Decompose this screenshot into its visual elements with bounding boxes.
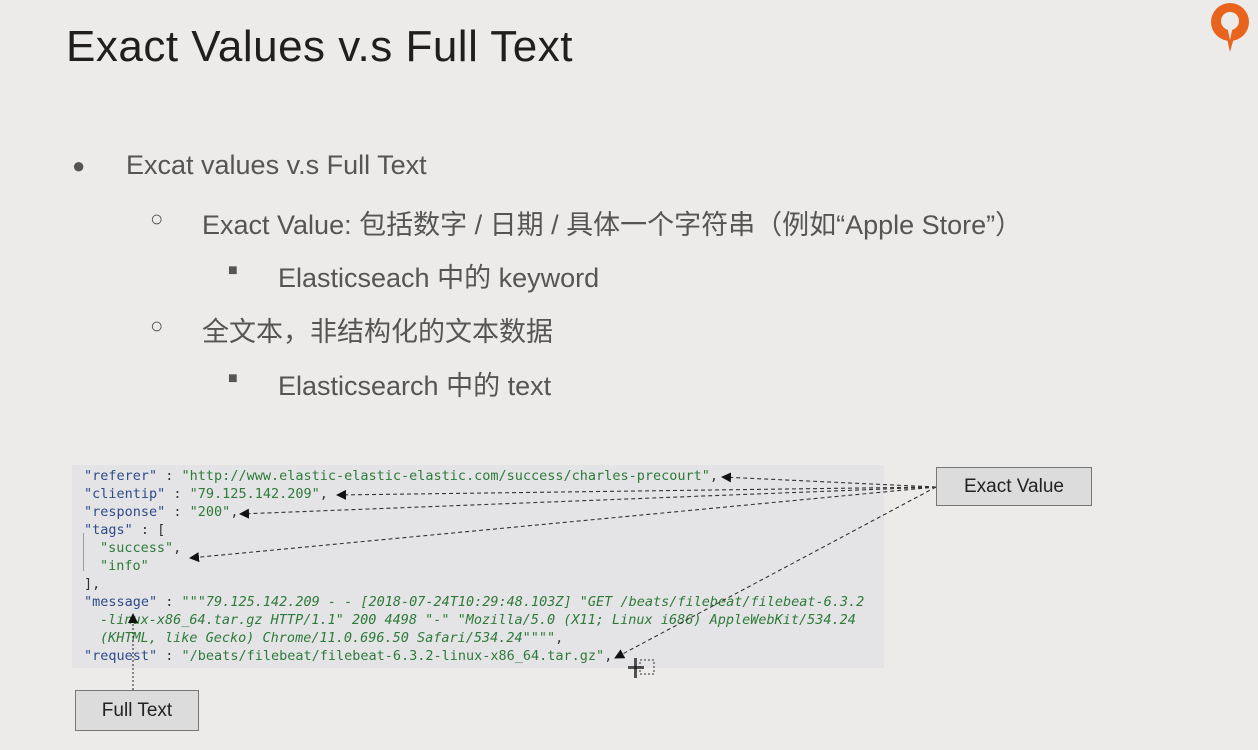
json-key: "clientip": [84, 486, 166, 502]
bullet-square-icon: ■: [228, 370, 238, 387]
json-value: """79.125.142.209 - - [2018-07-24T10:29:…: [181, 594, 865, 610]
code-line-message-2: -linux-x86_64.tar.gz HTTP/1.1" 200 4498 …: [100, 611, 856, 629]
full-text-label: Full Text: [75, 690, 199, 731]
json-key: "referer": [84, 468, 158, 484]
json-bracket: ],: [84, 576, 101, 592]
code-line-referer: "referer" : "http://www.elastic-elastic-…: [84, 468, 718, 484]
bullet-square-icon: ■: [228, 262, 238, 279]
slide-title: Exact Values v.s Full Text: [66, 22, 573, 71]
json-key: "request": [84, 648, 158, 664]
exact-value-label: Exact Value: [936, 467, 1092, 506]
bullet-text: Elasticsearch 中的 text: [278, 371, 552, 401]
json-value: (KHTML, like Gecko) Chrome/11.0.696.50 S…: [100, 630, 556, 646]
bullet-text: Excat values v.s Full Text: [126, 150, 427, 180]
json-bracket: [: [157, 522, 166, 538]
json-value: "/beats/filebeat/filebeat-6.3.2-linux-x8…: [181, 648, 605, 664]
code-line-tag-info: "info": [100, 557, 149, 575]
code-line-tags-close: ],: [84, 575, 100, 593]
json-key: "message": [84, 594, 158, 610]
json-value: "79.125.142.209": [189, 486, 320, 502]
code-line-message-3: (KHTML, like Gecko) Chrome/11.0.696.50 S…: [100, 630, 564, 646]
json-value: "info": [100, 558, 149, 574]
code-line-tag-success: "success",: [100, 540, 182, 556]
json-value: "http://www.elastic-elastic-elastic.com/…: [181, 468, 710, 484]
bullet-dot-icon: ●: [72, 153, 86, 178]
json-value: -linux-x86_64.tar.gz HTTP/1.1" 200 4498 …: [100, 612, 856, 628]
bullet-text: 全文本，非结构化的文本数据: [202, 317, 553, 347]
code-line-clientip: "clientip" : "79.125.142.209",: [84, 486, 328, 502]
code-line-tags: "tags" : [: [84, 522, 166, 538]
bullet-circle-icon: ○: [150, 313, 164, 338]
bullet-text: Elasticseach 中的 keyword: [278, 263, 600, 293]
bullet-circle-icon: ○: [150, 206, 164, 231]
json-code-panel: "referer" : "http://www.elastic-elastic-…: [72, 465, 884, 668]
orange-q-logo-icon: [1211, 3, 1249, 52]
code-line-message: "message" : """79.125.142.209 - - [2018-…: [84, 594, 865, 610]
bullet-text: Exact Value: 包括数字 / 日期 / 具体一个字符串（例如“Appl…: [202, 210, 1023, 240]
json-value: "200": [189, 504, 231, 520]
json-key: "tags": [84, 522, 133, 538]
code-line-response: "response" : "200",: [84, 504, 239, 520]
code-line-request: "request" : "/beats/filebeat/filebeat-6.…: [84, 648, 613, 664]
json-key: "response": [84, 504, 166, 520]
json-value: "success": [100, 540, 174, 556]
